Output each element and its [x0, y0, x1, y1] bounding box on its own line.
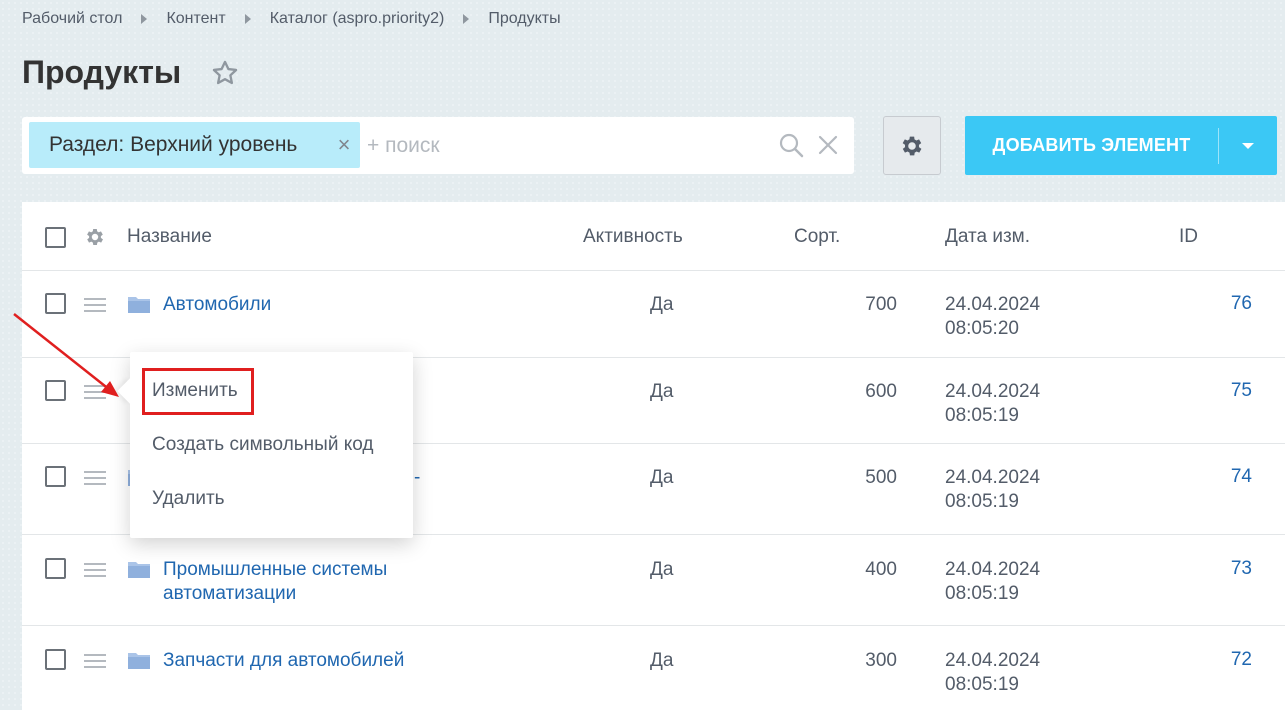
row-checkbox[interactable] — [45, 649, 66, 670]
row-time: 08:05:19 — [945, 674, 1019, 695]
folder-icon — [128, 653, 150, 669]
drag-handle-icon[interactable] — [84, 470, 106, 486]
row-sort: 700 — [865, 294, 897, 315]
row-sort: 500 — [865, 467, 897, 488]
table-row[interactable]: Автомобили Да 700 24.04.2024 08:05:20 76 — [22, 271, 1285, 358]
row-active: Да — [650, 381, 674, 402]
row-active: Да — [650, 294, 674, 315]
table-row[interactable]: Промышленные системы автоматизации Да 40… — [22, 535, 1285, 626]
row-time: 08:05:19 — [945, 583, 1019, 604]
gear-icon — [902, 136, 922, 155]
row-time: 08:05:20 — [945, 318, 1019, 339]
breadcrumb-separator — [141, 14, 148, 24]
row-date: 24.04.2024 — [945, 650, 1041, 671]
row-checkbox[interactable] — [45, 293, 66, 314]
table-row[interactable]: Запчасти для автомобилей Да 300 24.04.20… — [22, 626, 1285, 710]
chevron-down-icon — [1242, 142, 1254, 149]
row-checkbox[interactable] — [45, 380, 66, 401]
folder-icon — [128, 562, 150, 578]
row-date: 24.04.2024 — [945, 559, 1041, 580]
select-all-checkbox[interactable] — [45, 227, 66, 248]
filter-bar: Раздел: Верхний уровень × — [22, 117, 854, 174]
row-name-link[interactable]: Автомобили — [163, 293, 271, 317]
close-icon[interactable] — [817, 134, 839, 156]
row-name-link[interactable]: - — [414, 466, 420, 490]
gear-icon[interactable] — [84, 226, 106, 248]
breadcrumb-separator — [463, 14, 470, 24]
chip-close-icon[interactable]: × — [334, 133, 354, 157]
row-id-link[interactable]: 73 — [1192, 558, 1252, 580]
menu-item-delete[interactable]: Удалить — [152, 488, 225, 510]
drag-handle-icon[interactable] — [84, 653, 106, 669]
drag-handle-icon[interactable] — [84, 384, 106, 400]
row-time: 08:05:19 — [945, 491, 1019, 512]
search-icon[interactable] — [778, 132, 804, 158]
row-time: 08:05:19 — [945, 405, 1019, 426]
column-header-active[interactable]: Активность — [583, 226, 683, 248]
breadcrumb-item-catalog[interactable]: Каталог (aspro.priority2) — [270, 10, 445, 28]
row-date: 24.04.2024 — [945, 381, 1041, 402]
settings-button[interactable] — [883, 116, 941, 175]
drag-handle-icon[interactable] — [84, 562, 106, 578]
page-title: Продукты — [22, 54, 182, 90]
row-checkbox[interactable] — [45, 466, 66, 487]
row-sort: 300 — [865, 650, 897, 671]
row-active: Да — [650, 650, 674, 671]
row-name-link-line2[interactable]: автоматизации — [163, 582, 296, 606]
column-header-id[interactable]: ID — [1179, 226, 1198, 248]
breadcrumb: Рабочий стол Контент Каталог (aspro.prio… — [22, 10, 561, 28]
breadcrumb-item-current: Продукты — [488, 10, 561, 27]
breadcrumb-separator — [244, 14, 251, 24]
row-id-link[interactable]: 76 — [1192, 293, 1252, 315]
row-id-link[interactable]: 75 — [1192, 380, 1252, 402]
breadcrumb-item-content[interactable]: Контент — [166, 10, 225, 28]
column-header-sort[interactable]: Сорт. — [794, 226, 840, 248]
table-header: Название Активность Сорт. Дата изм. ID — [22, 202, 1285, 271]
row-active: Да — [650, 467, 674, 488]
filter-chip-section[interactable]: Раздел: Верхний уровень × — [29, 122, 360, 168]
row-date: 24.04.2024 — [945, 294, 1041, 315]
folder-icon — [128, 297, 150, 313]
row-active: Да — [650, 559, 674, 580]
annotation-highlight-box — [142, 368, 254, 415]
row-name-link[interactable]: Запчасти для автомобилей — [163, 649, 404, 673]
row-name-link[interactable]: Промышленные системы — [163, 558, 387, 582]
add-element-label: ДОБАВИТЬ ЭЛЕМЕНТ — [992, 135, 1191, 155]
row-sort: 400 — [865, 559, 897, 580]
row-checkbox[interactable] — [45, 558, 66, 579]
add-element-button[interactable]: ДОБАВИТЬ ЭЛЕМЕНТ — [965, 116, 1277, 175]
row-date: 24.04.2024 — [945, 467, 1041, 488]
menu-item-create-code[interactable]: Создать символьный код — [152, 434, 373, 456]
drag-handle-icon[interactable] — [84, 297, 106, 313]
column-header-date[interactable]: Дата изм. — [945, 226, 1030, 248]
star-icon[interactable] — [211, 59, 239, 87]
breadcrumb-item-desktop[interactable]: Рабочий стол — [22, 10, 122, 28]
row-sort: 600 — [865, 381, 897, 402]
row-id-link[interactable]: 72 — [1192, 649, 1252, 671]
column-header-name[interactable]: Название — [127, 226, 212, 248]
row-id-link[interactable]: 74 — [1192, 466, 1252, 488]
filter-chip-label: Раздел: Верхний уровень — [49, 133, 298, 156]
add-element-dropdown[interactable] — [1219, 142, 1277, 149]
search-input[interactable] — [367, 131, 767, 161]
